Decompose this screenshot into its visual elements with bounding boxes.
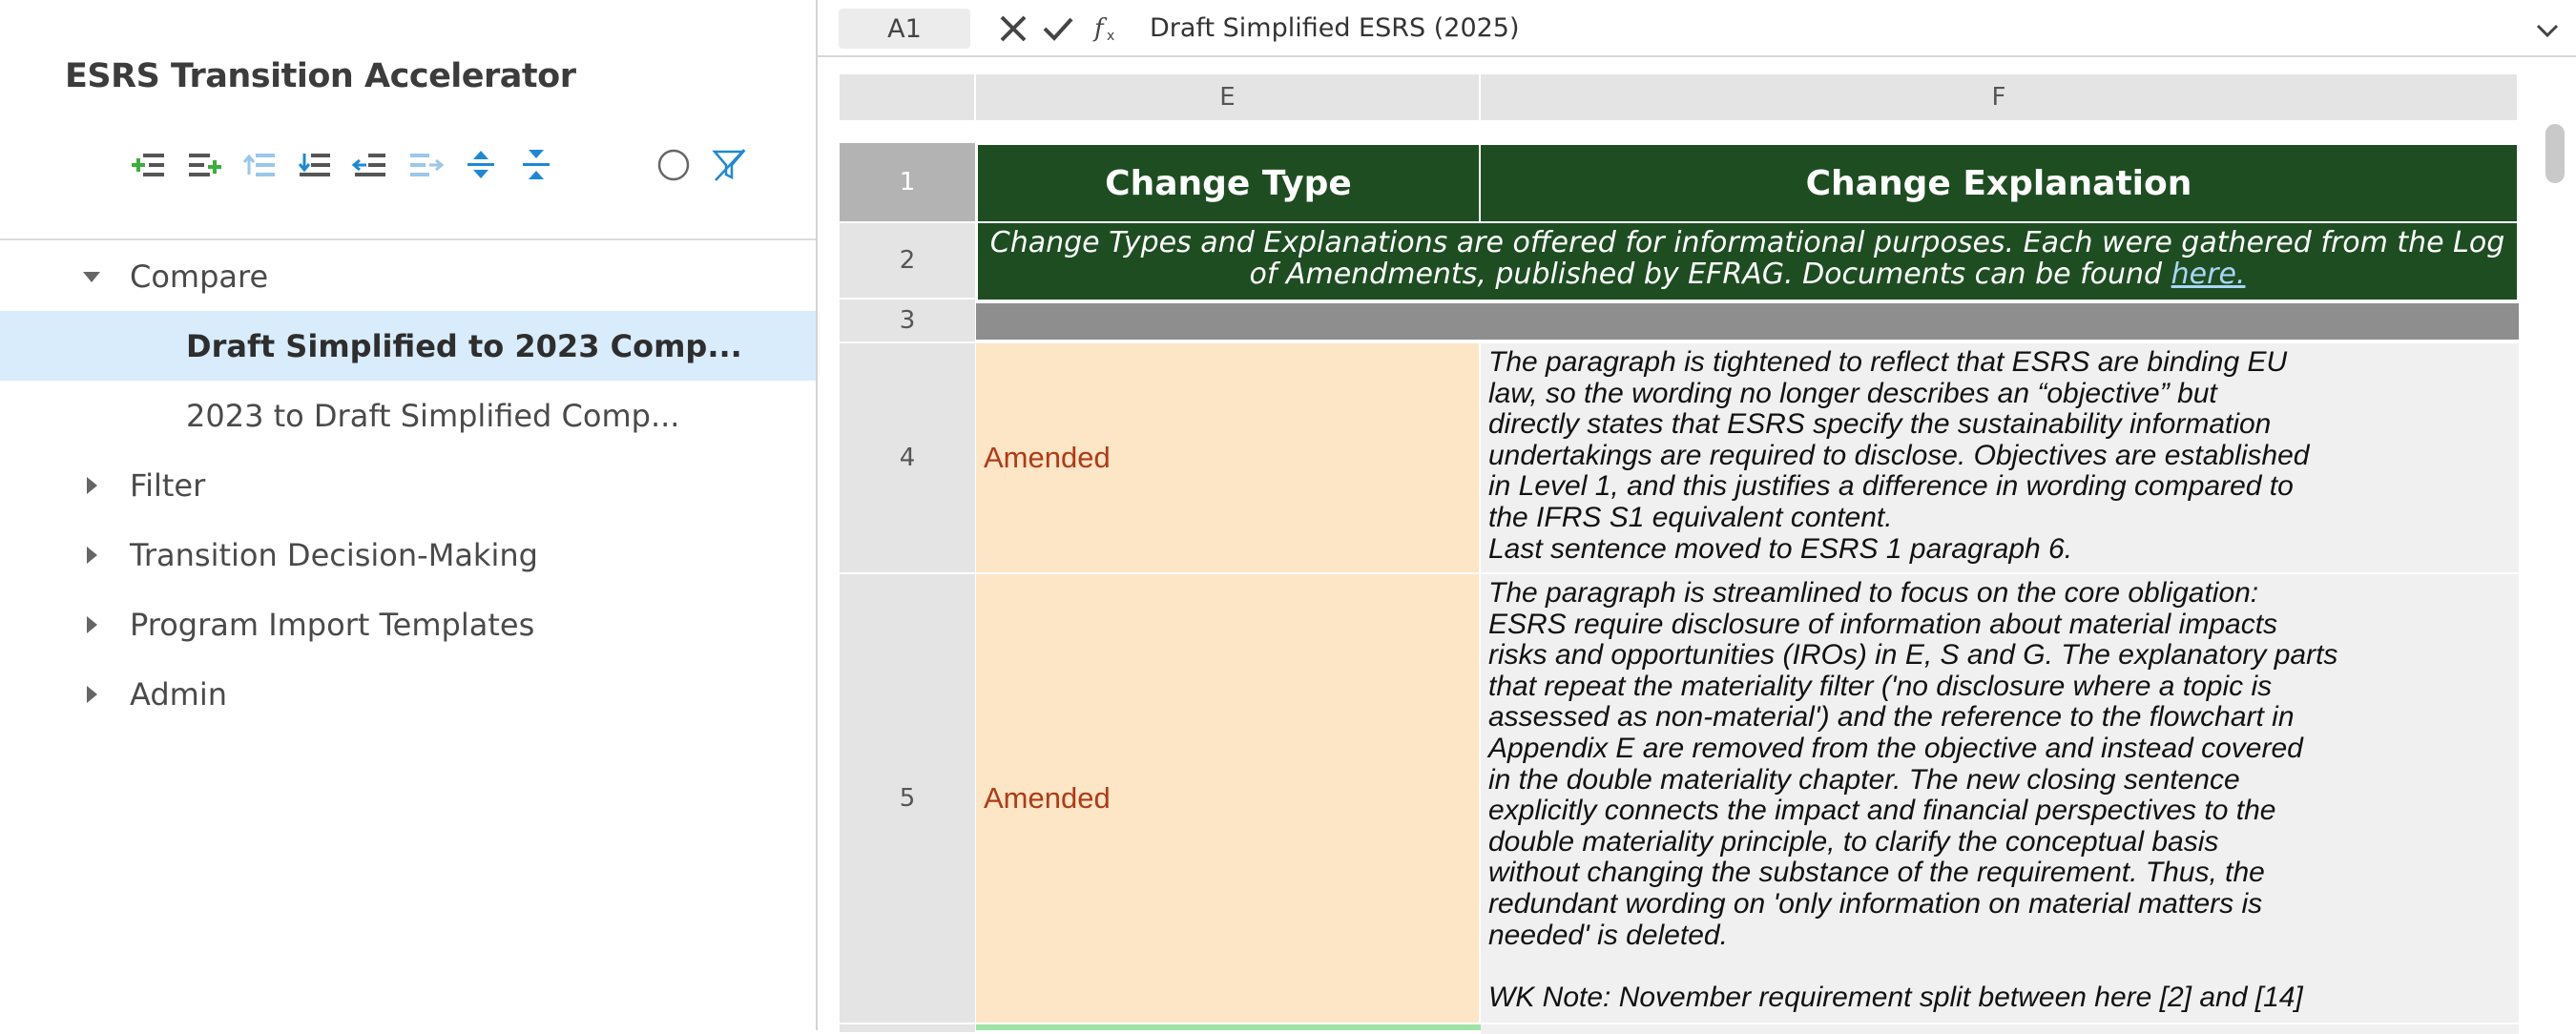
add-row-icon[interactable] xyxy=(130,146,168,184)
confirm-check-icon[interactable] xyxy=(1041,11,1075,46)
corner-header[interactable] xyxy=(840,74,976,120)
app-title: ESRS Transition Accelerator xyxy=(65,57,576,95)
cell-reference-box[interactable]: A1 xyxy=(839,9,970,49)
formula-bar: A1 fx Draft Simplified ESRS (2025) xyxy=(818,0,2576,57)
cell-change-type[interactable]: Amended xyxy=(976,343,1481,574)
next-row-change-type-peek[interactable] xyxy=(976,1024,1481,1030)
caret-right-icon[interactable] xyxy=(80,544,103,567)
tree-item-label: Admin xyxy=(130,675,227,713)
circle-icon[interactable] xyxy=(654,146,693,184)
documents-link[interactable]: here. xyxy=(2171,258,2246,291)
chevron-down-icon[interactable] xyxy=(2532,15,2563,46)
expand-all-icon[interactable] xyxy=(462,146,500,184)
tree-item-filter[interactable]: Filter xyxy=(0,450,816,520)
svg-text:f: f xyxy=(1092,14,1108,43)
cancel-icon[interactable] xyxy=(996,11,1030,46)
column-header-e[interactable]: E xyxy=(976,74,1481,120)
cell-change-type[interactable]: Amended xyxy=(976,574,1481,1024)
next-row-explanation-peek[interactable] xyxy=(1481,1024,2519,1034)
collapse-all-icon[interactable] xyxy=(517,146,555,184)
caret-down-icon[interactable] xyxy=(80,265,103,288)
row-header-5[interactable]: 5 xyxy=(840,574,975,1024)
tree-item-admin[interactable]: Admin xyxy=(0,659,816,729)
sidebar-toolbar xyxy=(130,143,765,187)
navigation-tree: Compare Draft Simplified to 2023 Comp...… xyxy=(0,241,816,729)
cell-change-type-header[interactable]: Change Type xyxy=(976,143,1481,223)
insert-below-icon[interactable] xyxy=(296,146,334,184)
outdent-icon[interactable] xyxy=(351,146,389,184)
tree-item-2023-to-draft[interactable]: 2023 to Draft Simplified Comp... xyxy=(0,381,816,450)
cell-change-explanation[interactable]: The paragraph is streamlined to focus on… xyxy=(1481,574,2519,1024)
row-header-3[interactable]: 3 xyxy=(840,300,975,343)
tree-item-label: Draft Simplified to 2023 Comp... xyxy=(186,327,742,364)
function-icon[interactable]: fx xyxy=(1092,11,1127,46)
cell-info-note[interactable]: Change Types and Explanations are offere… xyxy=(976,223,2519,300)
tree-item-label: Compare xyxy=(130,258,269,295)
row-header-1[interactable]: 1 xyxy=(840,143,975,223)
add-row-after-icon[interactable] xyxy=(185,146,223,184)
row-header-next[interactable] xyxy=(840,1024,975,1034)
tree-item-label: 2023 to Draft Simplified Comp... xyxy=(186,397,680,434)
tree-item-program-import[interactable]: Program Import Templates xyxy=(0,589,816,659)
sidebar: ESRS Transition Accelerator Compare Draf… xyxy=(0,0,818,1030)
indent-icon[interactable] xyxy=(406,146,445,184)
indent-up-icon[interactable] xyxy=(240,146,279,184)
row-header-4[interactable]: 4 xyxy=(840,343,975,574)
tree-item-label: Program Import Templates xyxy=(130,606,535,643)
cell-change-explanation-header[interactable]: Change Explanation xyxy=(1479,143,2519,223)
tree-item-transition[interactable]: Transition Decision-Making xyxy=(0,520,816,589)
caret-right-icon[interactable] xyxy=(80,474,103,497)
tree-item-label: Filter xyxy=(130,466,206,504)
cell-change-explanation[interactable]: The paragraph is tightened to reflect th… xyxy=(1481,343,2519,574)
formula-input[interactable]: Draft Simplified ESRS (2025) xyxy=(1150,13,1520,43)
caret-right-icon[interactable] xyxy=(80,613,103,636)
row-header-2[interactable]: 2 xyxy=(840,223,975,300)
column-header-f[interactable]: F xyxy=(1481,74,2519,120)
vertical-scrollbar-thumb[interactable] xyxy=(2545,124,2565,183)
info-note-text: Change Types and Explanations are offere… xyxy=(989,226,2505,291)
tree-item-draft-to-2023[interactable]: Draft Simplified to 2023 Comp... xyxy=(0,311,816,381)
tree-divider xyxy=(0,238,816,240)
caret-right-icon[interactable] xyxy=(80,683,103,706)
svg-text:x: x xyxy=(1107,29,1114,44)
tree-item-compare[interactable]: Compare xyxy=(0,241,816,311)
cell-separator-row[interactable] xyxy=(976,300,2519,343)
filter-off-icon[interactable] xyxy=(710,146,748,184)
tree-item-label: Transition Decision-Making xyxy=(130,536,538,573)
